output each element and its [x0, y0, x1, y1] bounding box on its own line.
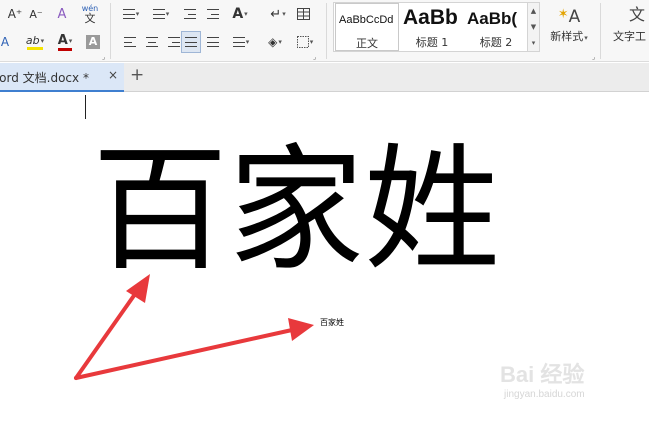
- document-tab-bar: Word 文档.docx * × +: [0, 63, 649, 92]
- bulleted-list-icon: [122, 9, 135, 19]
- numbered-list-icon: [152, 9, 165, 19]
- style-gallery-scroller[interactable]: ▲ ▼ ▾: [528, 2, 540, 52]
- chevron-up-icon: ▲: [530, 7, 537, 15]
- char-shading-icon: A: [86, 35, 100, 49]
- style-normal[interactable]: AaBbCcDd 正文: [335, 3, 399, 51]
- align-center-icon: [146, 37, 158, 47]
- highlight-color-bar: [27, 47, 43, 50]
- line-spacing-button[interactable]: ▾: [228, 31, 254, 53]
- bullets-button[interactable]: ▾: [118, 3, 144, 25]
- font-color-button[interactable]: A ▾: [52, 31, 78, 53]
- pinyin-guide-button[interactable]: wén 文: [76, 1, 104, 27]
- text-tools-label: 文字工: [613, 30, 646, 43]
- eraser-icon: A: [57, 6, 67, 22]
- style-heading-2-label: 标题 2: [479, 36, 513, 49]
- clear-format-button[interactable]: A: [52, 3, 72, 25]
- shading-button[interactable]: ◈ ▾: [262, 31, 288, 53]
- style-heading-1-label: 标题 1: [415, 36, 449, 49]
- style-gallery: AaBbCcDd 正文 AaBb 标题 1 AaBb( 标题 2: [333, 2, 528, 52]
- font-color-bar: [58, 48, 72, 51]
- font-direction-button[interactable]: A: [0, 31, 12, 53]
- shrink-font-button[interactable]: A⁻: [27, 3, 45, 25]
- ribbon: A⁺ A⁻ A wén 文 ▾ ▾ A ▾ ↵ ▾ A ab ▾ A ▾ A ⌟…: [0, 0, 649, 62]
- decrease-indent-button[interactable]: [180, 3, 200, 25]
- distributed-button[interactable]: [203, 31, 223, 53]
- styles-dialog-launcher[interactable]: ⌟: [592, 53, 595, 61]
- font-a-icon: A: [0, 35, 10, 49]
- line-break-button[interactable]: ↵ ▾: [266, 3, 290, 25]
- style-normal-sample: AaBbCcDd: [339, 14, 394, 26]
- document-tab[interactable]: Word 文档.docx * ×: [0, 63, 124, 92]
- align-left-button[interactable]: [120, 31, 140, 53]
- numbering-button[interactable]: ▾: [148, 3, 174, 25]
- char-shading-button[interactable]: A: [84, 31, 102, 53]
- style-normal-label: 正文: [356, 37, 378, 50]
- table-icon: [296, 8, 310, 20]
- ribbon-separator: [326, 3, 327, 59]
- document-tab-title: Word 文档.docx *: [0, 71, 89, 85]
- watermark-url: jingyan.baidu.com: [504, 389, 585, 400]
- new-tab-icon[interactable]: +: [130, 65, 144, 85]
- grow-font-icon: A⁺: [7, 7, 23, 21]
- text-effect-button[interactable]: A ▾: [228, 3, 252, 25]
- ribbon-separator: [110, 3, 111, 59]
- new-style-icon: ✶A: [557, 7, 581, 27]
- highlight-button[interactable]: ab ▾: [20, 31, 50, 53]
- line-break-icon: ↵: [270, 6, 282, 22]
- text-tools-icon: 文: [629, 5, 646, 24]
- new-style-label: 新样式: [550, 30, 584, 43]
- increase-indent-button[interactable]: [203, 3, 223, 25]
- distributed-icon: [207, 37, 219, 47]
- paint-bucket-icon: ◈: [268, 35, 278, 49]
- text-effect-icon: A: [232, 6, 244, 22]
- style-heading-2-sample: AaBb(: [467, 9, 518, 28]
- increase-indent-icon: [207, 9, 219, 19]
- justify-button[interactable]: [181, 31, 201, 53]
- gallery-more-icon: ▾: [531, 39, 536, 47]
- justify-icon: [185, 37, 197, 47]
- align-left-icon: [124, 37, 136, 47]
- grow-font-button[interactable]: A⁺: [6, 3, 24, 25]
- borders-icon: [296, 36, 309, 48]
- font-color-icon: A: [57, 33, 68, 48]
- close-icon[interactable]: ×: [108, 68, 118, 82]
- font-dialog-launcher[interactable]: ⌟: [102, 53, 105, 61]
- pinyin-guide-char: 文: [84, 12, 96, 25]
- new-style-button[interactable]: ✶A 新样式▾: [542, 2, 596, 52]
- line-spacing-icon: [232, 37, 245, 47]
- document-canvas[interactable]: 百家姓 百家姓 Bai 经验 jingyan.baidu.com: [0, 93, 649, 423]
- decrease-indent-icon: [184, 9, 196, 19]
- table-button[interactable]: [293, 3, 313, 25]
- align-right-icon: [168, 37, 180, 47]
- highlighter-icon: ab: [25, 34, 40, 47]
- style-heading-1[interactable]: AaBb 标题 1: [400, 3, 464, 51]
- style-heading-2[interactable]: AaBb( 标题 2: [464, 3, 528, 51]
- paragraph-dialog-launcher[interactable]: ⌟: [313, 53, 316, 61]
- style-heading-1-sample: AaBb: [403, 6, 458, 29]
- align-center-button[interactable]: [142, 31, 162, 53]
- baidu-watermark: Bai 经验 jingyan.baidu.com: [500, 351, 630, 411]
- ribbon-separator: [600, 3, 601, 59]
- watermark-logo-text: Bai 经验: [500, 362, 585, 387]
- borders-button[interactable]: ▾: [292, 31, 318, 53]
- shrink-font-icon: A⁻: [29, 7, 43, 21]
- text-tools-button[interactable]: 文 文字工: [607, 2, 649, 52]
- chevron-down-icon: ▼: [530, 23, 537, 31]
